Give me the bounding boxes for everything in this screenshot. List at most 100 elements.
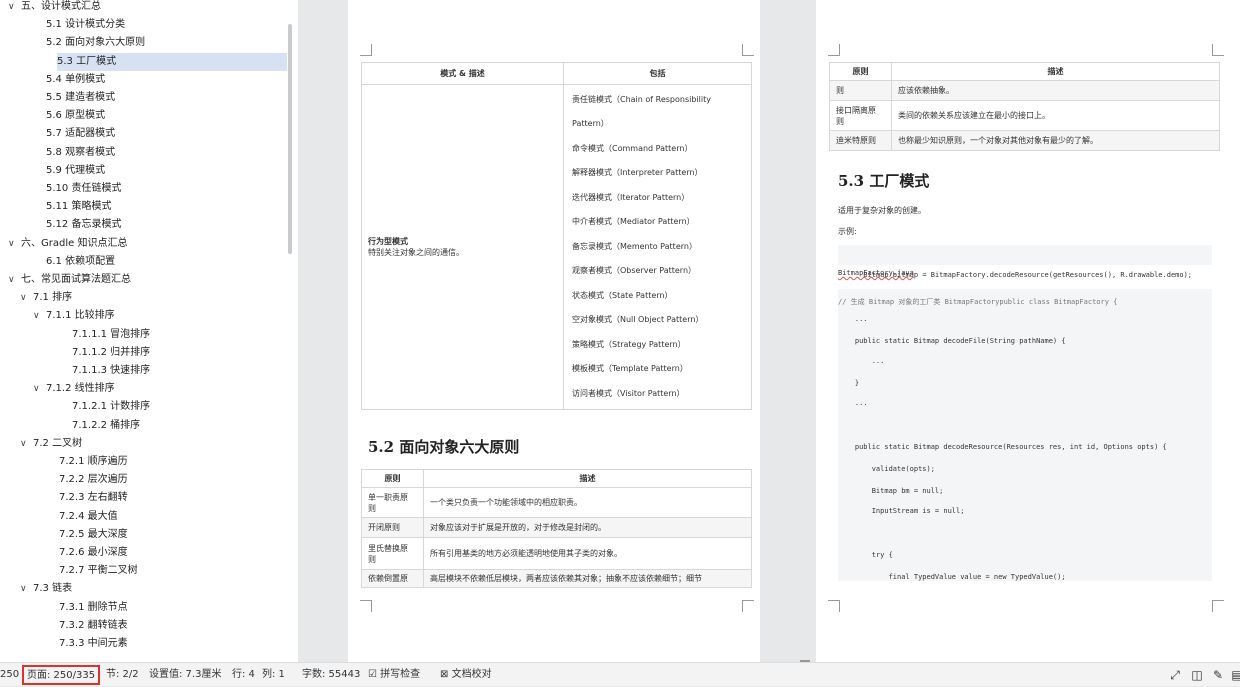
chevron-down-icon[interactable]: ∨ <box>33 307 43 325</box>
chevron-down-icon[interactable]: ∨ <box>20 289 30 307</box>
nav-item-label: 7.1.1.1 冒泡排序 <box>72 328 151 340</box>
chevron-down-icon[interactable]: ∨ <box>20 435 30 453</box>
nav-item[interactable]: 7.2.4 最大值 <box>59 508 118 526</box>
chevron-down-icon[interactable]: ∨ <box>33 380 43 398</box>
status-bar: 250 页面: 250/335 节: 2/2 设置值: 7.3厘米 行: 4 列… <box>0 662 1240 686</box>
section-indicator[interactable]: 节: 2/2 <box>106 663 139 687</box>
setting-indicator[interactable]: 设置值: 7.3厘米 <box>149 663 221 687</box>
nav-item[interactable]: 7.2.3 左右翻转 <box>59 489 128 507</box>
nav-item-label: 7.2.5 最大深度 <box>59 528 128 540</box>
pattern-item: 解释器模式（Interpreter Pattern） <box>572 168 703 178</box>
page-indicator[interactable]: 页面: 250/335 <box>22 665 101 685</box>
nav-item[interactable]: 5.10 责任链模式 <box>46 180 121 198</box>
nav-item[interactable]: 7.2.7 平衡二叉树 <box>59 562 138 580</box>
reading-mode-icon[interactable]: ◫ <box>1190 668 1204 682</box>
nav-item-label: 5.9 代理模式 <box>46 164 106 176</box>
pane-separator <box>298 0 338 662</box>
principles-table-continued: 原则 描述 则 应该依赖抽象。 接口隔离原 则 类间的依赖关系应该建立在最小的接… <box>829 62 1220 151</box>
proofread-label: 文档校对 <box>451 669 492 680</box>
spell-check-icon: ☑ <box>368 669 377 680</box>
page-corner-mark <box>360 600 372 612</box>
pattern-item: 模板模式（Template Pattern） <box>572 364 688 374</box>
nav-item[interactable]: ∨ 七、常见面试算法题汇总 <box>8 271 131 289</box>
nav-item-label: 7.3 链表 <box>33 583 73 595</box>
nav-item[interactable]: 7.2.1 顺序遍历 <box>59 453 128 471</box>
nav-item[interactable]: 5.12 备忘录模式 <box>46 216 121 234</box>
table-cell: 依赖倒置原 <box>361 569 424 588</box>
table-cell: 里氏替换原 则 <box>361 537 424 570</box>
word-count[interactable]: 字数: 55443 <box>302 663 360 687</box>
nav-item-label: 5.10 责任链模式 <box>46 183 122 194</box>
table-header: 包括 <box>563 62 752 85</box>
nav-item[interactable]: ∨ 7.3 链表 <box>20 580 72 598</box>
nav-item-label: 7.3.2 翻转链表 <box>59 619 128 631</box>
nav-item-label: 5.5 建造者模式 <box>46 92 116 103</box>
page-corner-mark <box>828 44 840 56</box>
table-header: 模式 & 描述 <box>361 62 564 85</box>
nav-item[interactable]: 5.3 工厂模式 <box>57 52 287 71</box>
nav-item-label: 7.3.3 中间元素 <box>59 638 128 649</box>
category-desc: 特别关注对象之间的通信。 <box>368 248 464 257</box>
nav-item[interactable]: 7.1.2.2 桶排序 <box>72 417 140 435</box>
nav-item-label: 7.2.4 最大值 <box>59 510 118 522</box>
nav-item[interactable]: 5.6 原型模式 <box>46 107 105 125</box>
code-line: final TypedValue value = new TypedValue(… <box>838 573 1066 581</box>
nav-item[interactable]: ∨ 7.2 二叉树 <box>20 435 82 453</box>
nav-item[interactable]: 7.3.2 翻转链表 <box>59 617 128 635</box>
spell-check-button[interactable]: ☑ 拼写检查 <box>368 663 420 687</box>
edit-mode-icon[interactable]: ✎ <box>1211 668 1225 682</box>
nav-item[interactable]: ∨ 六、Gradle 知识点汇总 <box>8 235 127 253</box>
filename: BitmapFactory.java <box>838 269 914 277</box>
table-cell: 行为型模式 特别关注对象之间的通信。 <box>361 84 564 410</box>
nav-item[interactable]: 7.2.2 层次遍历 <box>59 471 128 489</box>
nav-item[interactable]: 5.2 面向对象六大原则 <box>46 34 145 52</box>
chevron-down-icon[interactable]: ∨ <box>8 0 18 16</box>
navigation-pane: ∨ 五、设计模式汇总 5.1 设计模式分类 5.2 面向对象六大原则 5.3 工厂模式 5… <box>0 0 298 662</box>
nav-item-label: 7.2.6 最小深度 <box>59 547 128 558</box>
nav-item[interactable]: 5.7 适配器模式 <box>46 125 115 143</box>
table-cell: 单一职责原 则 <box>361 487 424 518</box>
nav-item[interactable]: ∨ 五、设计模式汇总 <box>8 0 101 16</box>
nav-item[interactable]: 7.2.6 最小深度 <box>59 544 128 562</box>
nav-item[interactable]: 7.3.3 中间元素 <box>59 635 128 653</box>
nav-item[interactable]: 5.5 建造者模式 <box>46 89 115 107</box>
nav-item[interactable]: 7.1.2.1 计数排序 <box>72 398 150 416</box>
nav-item-label: 7.2 二叉树 <box>33 437 83 449</box>
nav-item[interactable]: 5.4 单例模式 <box>46 71 105 89</box>
category-title: 行为型模式 <box>368 237 408 246</box>
pattern-table: 模式 & 描述 包括 行为型模式 特别关注对象之间的通信。 责任链模式（Chai… <box>361 62 752 410</box>
nav-scrollbar[interactable] <box>288 24 292 254</box>
nav-item[interactable]: ∨ 7.1.1 比较排序 <box>33 307 115 325</box>
nav-item[interactable]: 7.1.1.1 冒泡排序 <box>72 326 150 344</box>
page-corner-mark <box>828 600 840 612</box>
code-line: // 生成 Bitmap 对象的工厂类 BitmapFactorypublic … <box>838 298 1118 306</box>
nav-item-label: 5.3 工厂模式 <box>57 55 117 67</box>
chevron-down-icon[interactable]: ∨ <box>8 271 18 289</box>
nav-item[interactable]: 7.2.5 最大深度 <box>59 526 128 544</box>
chevron-down-icon[interactable]: ∨ <box>20 580 30 598</box>
nav-item[interactable]: ∨ 7.1.2 线性排序 <box>33 380 115 398</box>
nav-item[interactable]: 5.11 策略模式 <box>46 198 111 216</box>
nav-item[interactable]: 5.1 设计模式分类 <box>46 16 125 34</box>
table-cell: 责任链模式（Chain of Responsibility Pattern） 命令模… <box>563 84 752 410</box>
table-cell: 类间的依赖关系应该建立在最小的接口上。 <box>891 100 1220 131</box>
nav-item[interactable]: 7.3.1 删除节点 <box>59 599 128 617</box>
pattern-item: 中介者模式（Mediator Pattern） <box>572 217 695 227</box>
nav-item-label: 六、Gradle 知识点汇总 <box>21 237 128 249</box>
nav-item-label: 5.12 备忘录模式 <box>46 219 122 231</box>
pattern-item: 策略模式（Strategy Pattern） <box>572 339 686 349</box>
nav-item[interactable]: 5.8 观察者模式 <box>46 144 115 162</box>
chevron-down-icon[interactable]: ∨ <box>8 235 18 253</box>
nav-item[interactable]: 7.1.1.3 快速排序 <box>72 362 150 380</box>
nav-item-label: 五、设计模式汇总 <box>21 1 101 12</box>
page-view-icon[interactable]: ▤ <box>1230 668 1240 682</box>
column-indicator: 列: 1 <box>262 669 285 680</box>
nav-item[interactable]: 7.1.1.2 归并排序 <box>72 344 150 362</box>
proofread-button[interactable]: ⊠ 文档校对 <box>440 663 492 687</box>
fullscreen-icon[interactable]: ⤢ <box>1168 668 1182 682</box>
table-cell: 迪米特原则 <box>829 130 892 151</box>
nav-item[interactable]: 5.9 代理模式 <box>46 162 105 180</box>
nav-item[interactable]: ∨ 7.1 排序 <box>20 289 72 307</box>
nav-item[interactable]: 6.1 依赖项配置 <box>46 253 115 271</box>
code-line: ... <box>838 399 868 407</box>
